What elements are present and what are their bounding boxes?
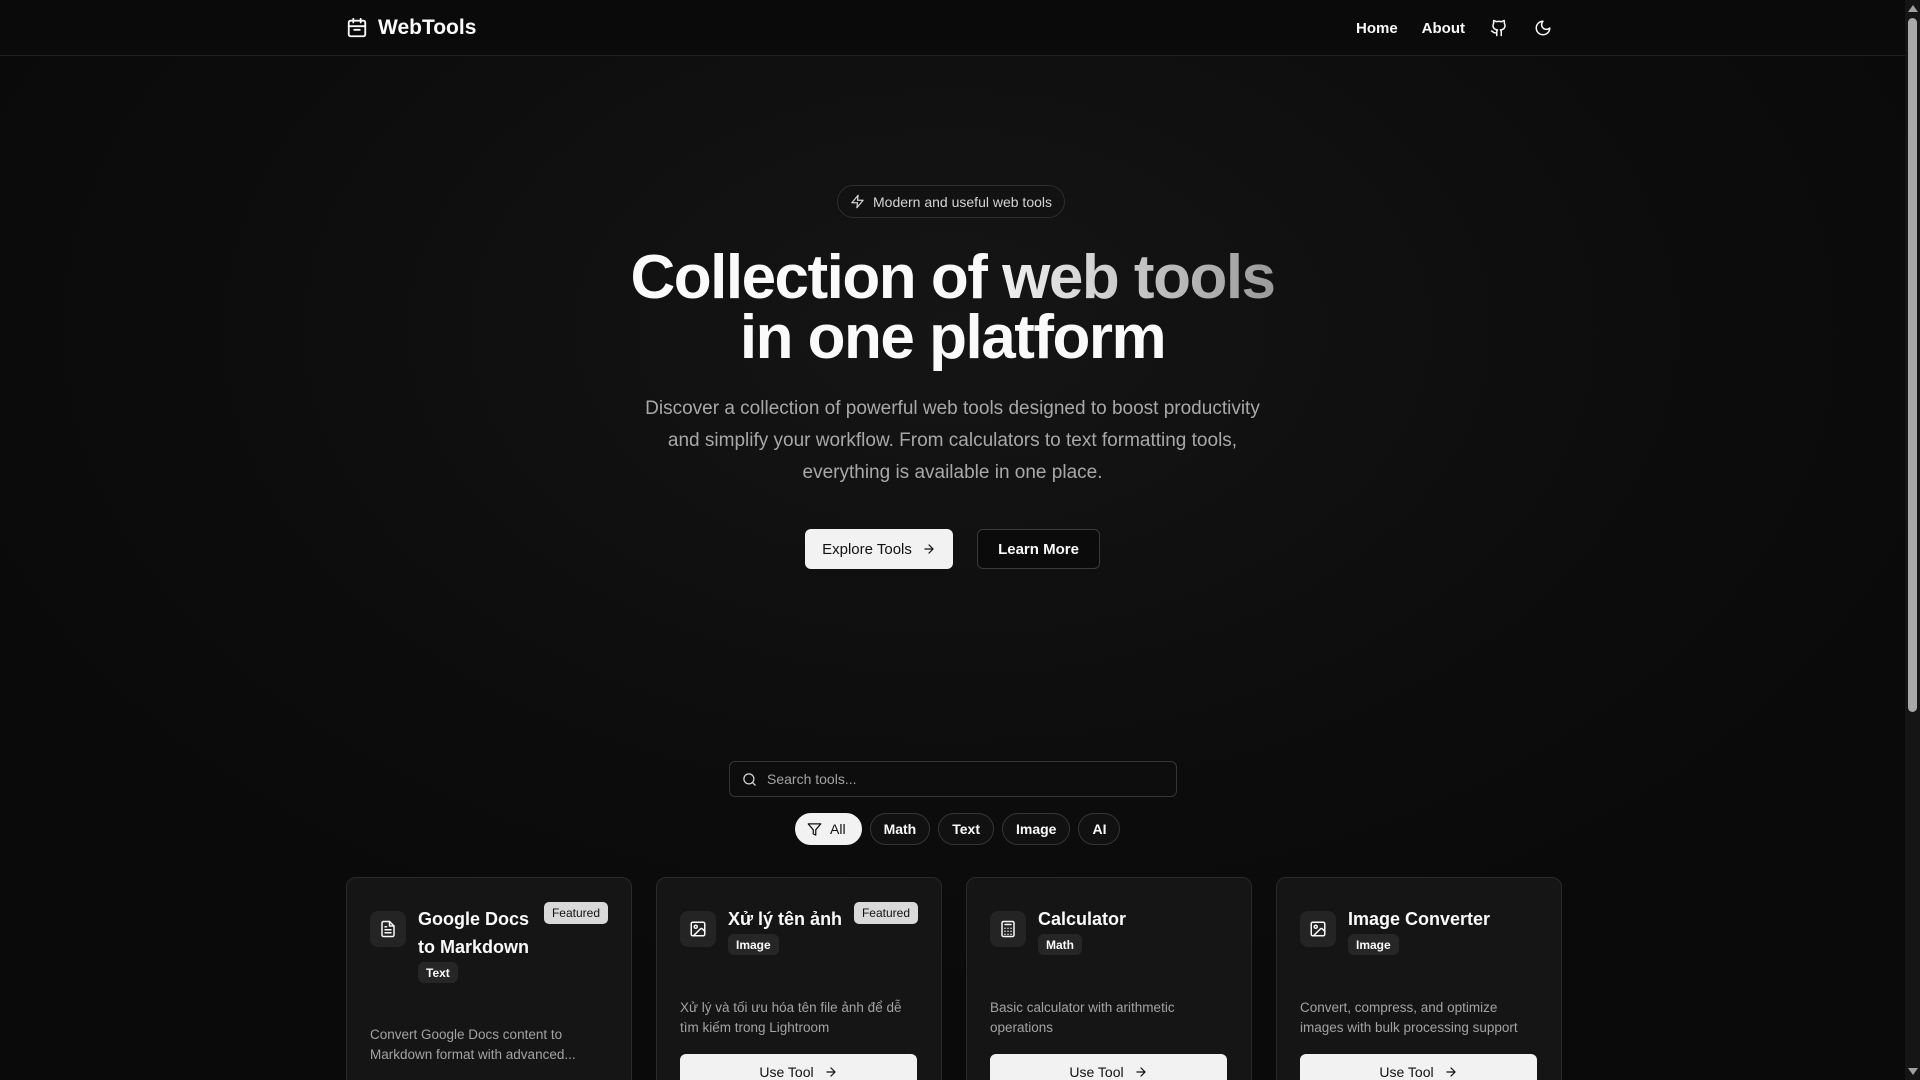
hero-badge-text: Modern and useful web tools [873, 193, 1052, 210]
image-icon [1300, 911, 1336, 947]
search-icon [743, 772, 756, 786]
card-title-line2: to Markdown [418, 937, 529, 957]
card-desc-line1: Convert, compress, and optimize [1300, 1000, 1498, 1015]
card-title: Google Docs to Markdown [418, 905, 529, 961]
document-icon [370, 911, 406, 947]
use-tool-label: Use Tool [759, 1064, 814, 1080]
hero-title-part1: Collection of [630, 243, 1003, 312]
scroll-thumb[interactable] [1908, 18, 1917, 712]
card-description: Basic calculator with arithmetic operati… [990, 998, 1230, 1038]
tool-card-image-rename[interactable]: Xử lý tên ảnh Featured Image Xử lý và tố… [656, 877, 942, 1080]
filter-text[interactable]: Text [938, 813, 994, 845]
search-input[interactable] [767, 771, 1157, 787]
scroll-down-arrow-icon[interactable] [1908, 1068, 1918, 1075]
card-desc-line2: Markdown format with advanced... [370, 1047, 576, 1062]
card-desc-line2: tìm kiếm trong Lightroom [680, 1020, 830, 1035]
card-title-line1: Google Docs [418, 909, 530, 929]
vertical-scrollbar[interactable] [1905, 0, 1920, 1080]
scroll-up-arrow-icon[interactable] [1908, 5, 1918, 12]
image-icon [680, 911, 716, 947]
category-filters: All Math Text Image AI [795, 813, 1121, 845]
card-title: Image Converter [1348, 909, 1491, 929]
filter-ai[interactable]: AI [1078, 813, 1121, 845]
use-tool-label: Use Tool [1069, 1064, 1124, 1080]
card-description: Convert Google Docs content to Markdown … [370, 1025, 610, 1065]
nav-home[interactable]: Home [1356, 20, 1398, 37]
filter-image[interactable]: Image [1001, 813, 1071, 845]
tool-card-google-docs[interactable]: Google Docs to Markdown Featured Text Co… [346, 877, 632, 1080]
card-desc-line1: Basic calculator with arithmetic [990, 1000, 1175, 1015]
explore-tools-button[interactable]: Explore Tools [805, 529, 953, 569]
brand-logo[interactable]: WebTools [346, 15, 476, 41]
card-desc-line2: operations [990, 1020, 1054, 1035]
tool-card-image-converter[interactable]: Image Converter Image Convert, compress,… [1276, 877, 1562, 1080]
category-tag: Image [728, 934, 779, 955]
github-icon[interactable] [1489, 18, 1509, 38]
top-navbar: WebTools Home About [0, 0, 1905, 56]
theme-toggle-moon-icon[interactable] [1533, 18, 1553, 38]
search-box[interactable] [729, 761, 1177, 797]
featured-badge: Featured [853, 902, 918, 924]
card-desc-line1: Xử lý và tối ưu hóa tên file ảnh để dễ [680, 1000, 902, 1015]
arrow-right-icon [1135, 1067, 1146, 1077]
arrow-right-icon [825, 1067, 836, 1077]
use-tool-button[interactable]: Use Tool [990, 1054, 1227, 1080]
explore-tools-label: Explore Tools [822, 540, 912, 558]
card-desc-line1: Convert Google Docs content to [370, 1027, 563, 1042]
hero-title-highlight: web tools [1002, 243, 1276, 312]
filter-label: All [830, 821, 846, 837]
arrow-right-icon [1445, 1067, 1456, 1077]
calendar-package-icon [347, 17, 367, 38]
nav-about[interactable]: About [1422, 20, 1465, 37]
card-description: Xử lý và tối ưu hóa tên file ảnh để dễ t… [680, 998, 920, 1038]
use-tool-button[interactable]: Use Tool [1300, 1054, 1537, 1080]
card-description: Convert, compress, and optimize images w… [1300, 998, 1540, 1038]
hero-description: Discover a collection of powerful web to… [645, 398, 1260, 483]
featured-badge: Featured [543, 902, 608, 924]
card-title: Calculator [1038, 909, 1127, 929]
learn-more-button[interactable]: Learn More [977, 529, 1100, 569]
nav-links: Home About [1356, 14, 1553, 42]
arrow-right-icon [924, 544, 934, 554]
use-tool-button[interactable]: Use Tool [680, 1054, 917, 1080]
hero-title-part2: in one platform [739, 303, 1167, 372]
category-tag: Math [1038, 934, 1082, 955]
page: WebTools Home About Modern and useful we… [0, 0, 1920, 1080]
hero-title: Collection of web tools in one platform [560, 247, 1345, 369]
category-tag: Image [1348, 934, 1399, 955]
brand-name: WebTools [378, 16, 477, 39]
filter-icon [807, 822, 822, 836]
filter-all[interactable]: All [795, 813, 862, 845]
tool-card-calculator[interactable]: Calculator Math Basic calculator with ar… [966, 877, 1252, 1080]
lightning-icon [851, 194, 864, 209]
hero-badge: Modern and useful web tools [837, 185, 1065, 218]
card-desc-line2: images with bulk processing support [1300, 1020, 1518, 1035]
category-tag: Text [418, 962, 458, 983]
card-title: Xử lý tên ảnh [728, 909, 843, 929]
use-tool-label: Use Tool [1379, 1064, 1434, 1080]
filter-math[interactable]: Math [869, 813, 931, 845]
calculator-icon [990, 911, 1026, 947]
